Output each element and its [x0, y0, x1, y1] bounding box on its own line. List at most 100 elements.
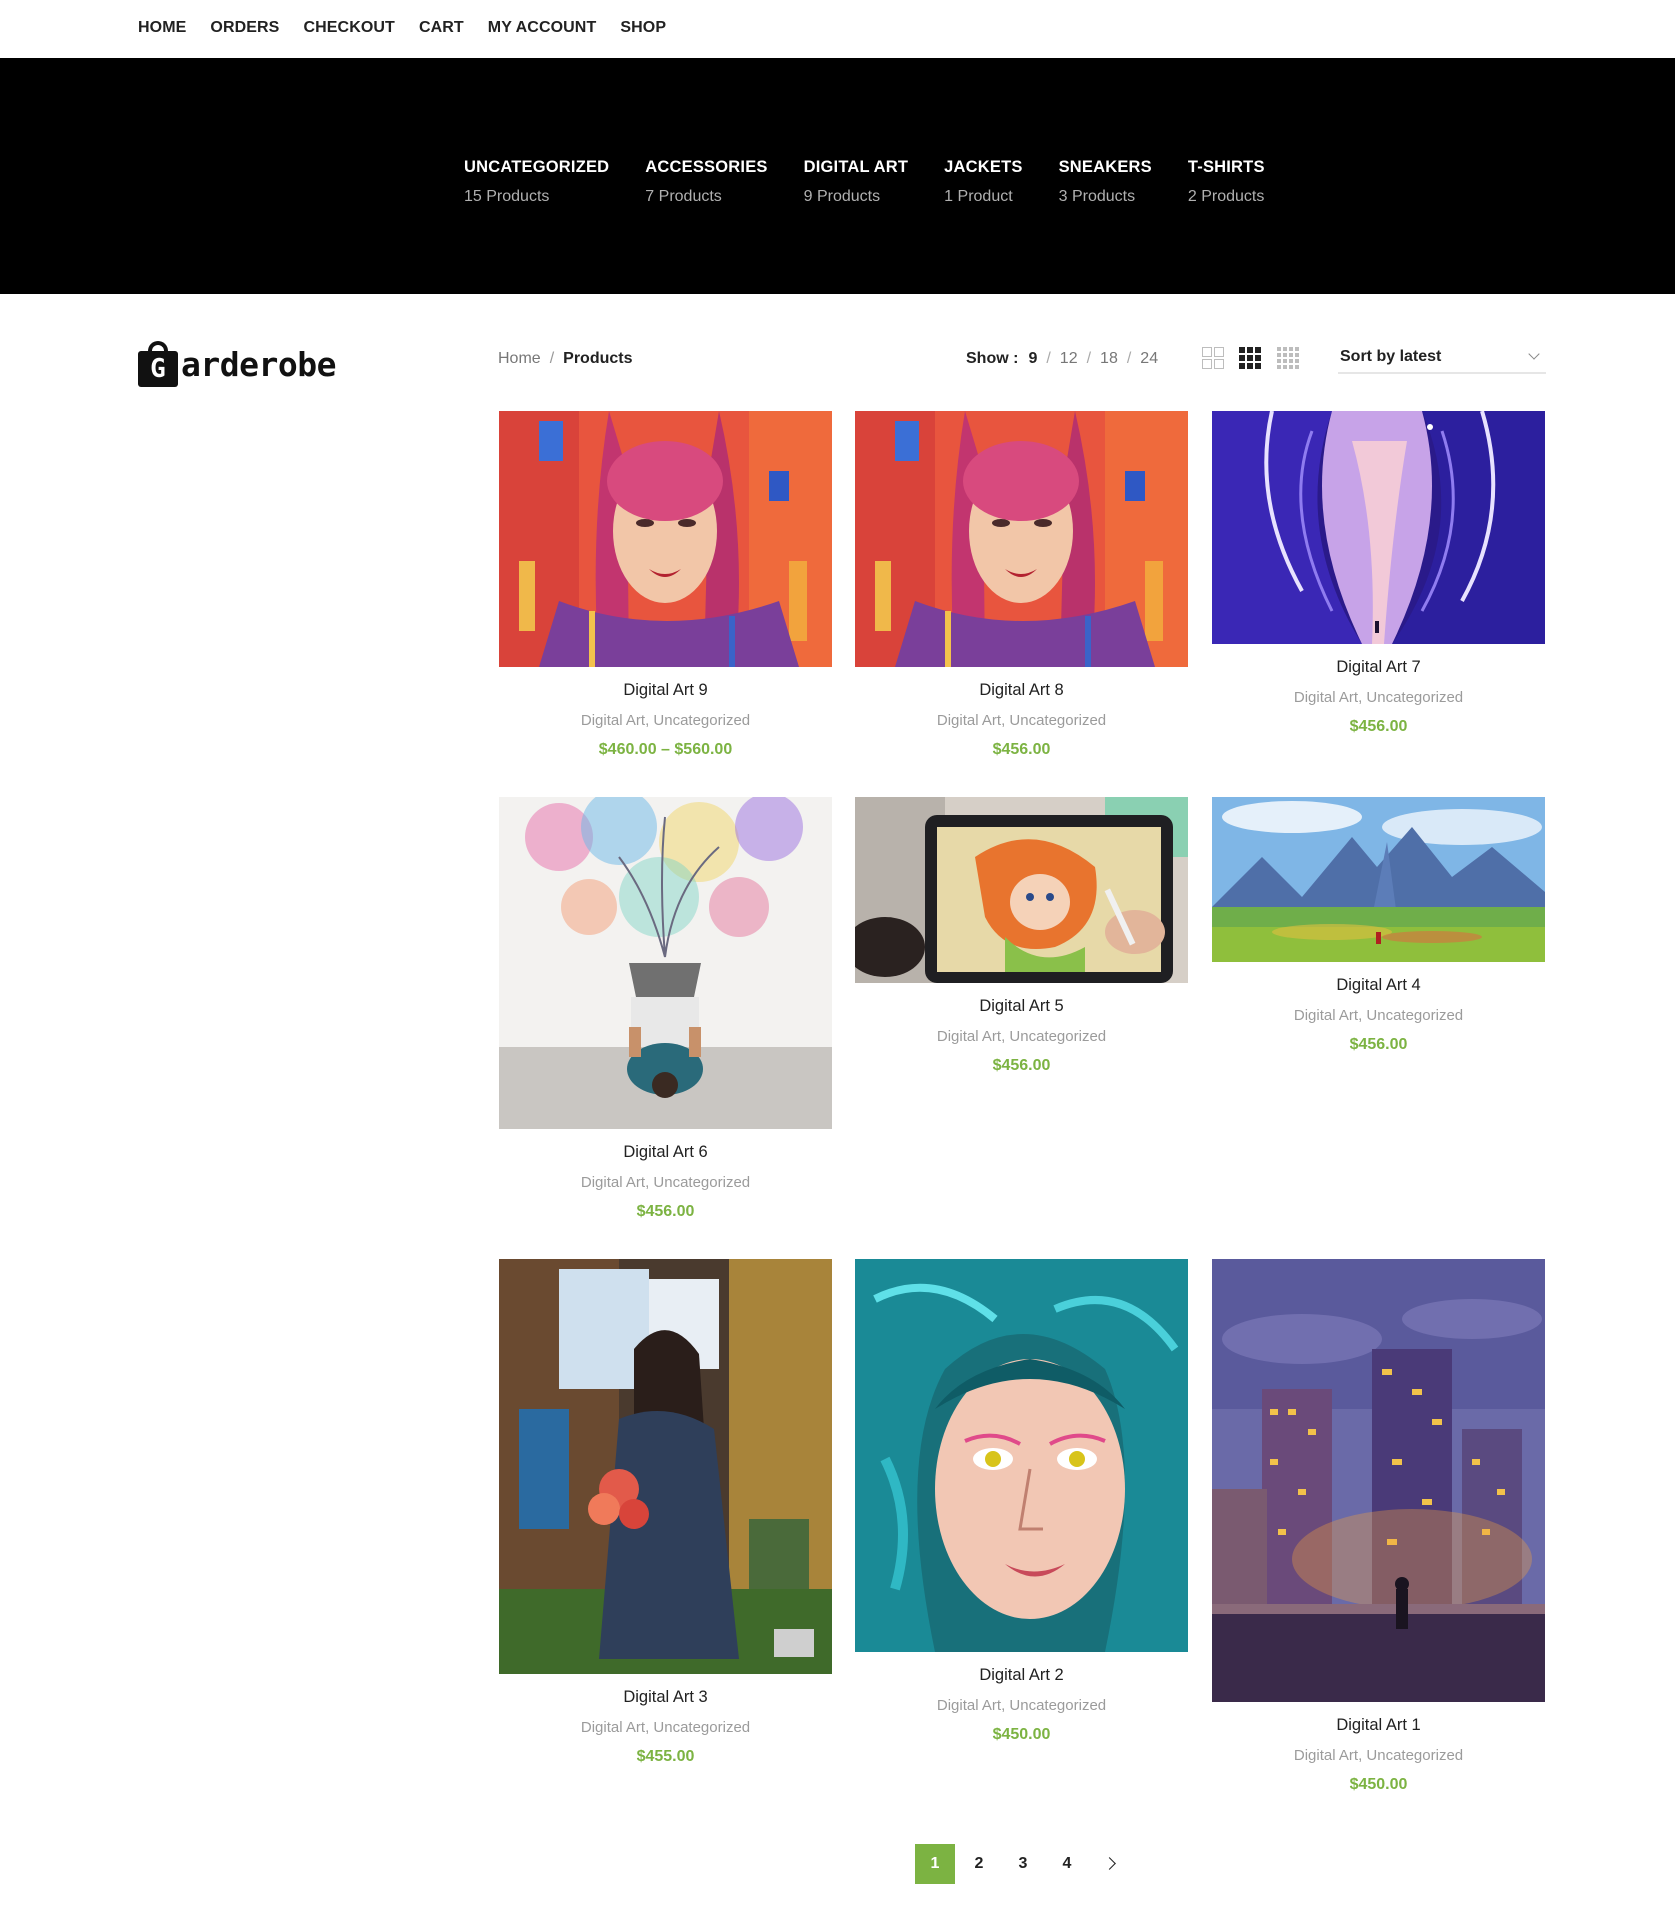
grid-2-columns-icon[interactable] — [1202, 347, 1224, 369]
category-digital-art[interactable]: DIGITAL ART 9 Products — [804, 158, 909, 206]
category-count: 15 Products — [464, 188, 550, 205]
tablet-drawing-image — [855, 797, 1188, 983]
product-categories: Digital Art, Uncategorized — [1293, 689, 1464, 706]
woman-flowers-image — [499, 1259, 832, 1674]
product-image[interactable] — [855, 797, 1188, 983]
show-24-option[interactable]: 24 — [1140, 350, 1158, 368]
city-dusk-image — [1212, 1259, 1545, 1702]
grid-4-columns-icon[interactable] — [1277, 347, 1299, 369]
product-name[interactable]: Digital Art 9 — [499, 681, 832, 700]
nav-cart[interactable]: CART — [419, 19, 464, 37]
product-categories: Digital Art, Uncategorized — [580, 1174, 751, 1191]
painted-portrait-image — [855, 411, 1188, 667]
nav-checkout[interactable]: CHECKOUT — [303, 19, 394, 37]
product-categories: Digital Art, Uncategorized — [936, 1697, 1107, 1714]
product-name[interactable]: Digital Art 3 — [499, 1688, 832, 1707]
category-name: JACKETS — [944, 158, 1023, 176]
show-12-option[interactable]: 12 — [1060, 350, 1078, 368]
ice-cave-image — [1212, 411, 1545, 644]
teal-hair-portrait-image — [855, 1259, 1188, 1652]
product-image[interactable] — [1212, 1259, 1545, 1702]
top-nav-list: HOME ORDERS CHECKOUT CART MY ACCOUNT SHO… — [138, 19, 690, 37]
product-image[interactable] — [1212, 797, 1545, 962]
grid-3-columns-icon[interactable] — [1239, 347, 1261, 369]
product-price: $450.00 — [992, 1726, 1051, 1743]
product-card: Digital Art 7 Digital Art, Uncategorized… — [1212, 411, 1545, 736]
product-price: $455.00 — [636, 1748, 695, 1765]
show-separator: / — [1126, 350, 1132, 367]
sort-select[interactable]: Sort by latest — [1338, 342, 1546, 374]
category-sneakers[interactable]: SNEAKERS 3 Products — [1059, 158, 1152, 206]
product-price: $456.00 — [1349, 1036, 1408, 1053]
nav-shop[interactable]: SHOP — [620, 19, 666, 37]
products-per-page: Show : 9 / 12 / 18 / 24 — [966, 350, 1158, 368]
category-list: UNCATEGORIZED 15 Products ACCESSORIES 7 … — [464, 158, 1301, 206]
sort-selected-value: Sort by latest — [1340, 348, 1442, 365]
chevron-down-icon — [1528, 348, 1540, 360]
page-4-link[interactable]: 4 — [1047, 1844, 1087, 1884]
product-card: Digital Art 9 Digital Art, Uncategorized… — [499, 411, 832, 759]
breadcrumb-home[interactable]: Home — [498, 350, 541, 368]
category-t-shirts[interactable]: T-SHIRTS 2 Products — [1188, 158, 1265, 206]
page-1-link[interactable]: 1 — [915, 1844, 955, 1884]
product-image[interactable] — [855, 1259, 1188, 1652]
product-price: $456.00 — [636, 1203, 695, 1220]
category-banner: UNCATEGORIZED 15 Products ACCESSORIES 7 … — [0, 58, 1675, 294]
nav-home[interactable]: HOME — [138, 19, 186, 37]
product-image[interactable] — [499, 411, 832, 667]
product-name[interactable]: Digital Art 1 — [1212, 1716, 1545, 1735]
category-jackets[interactable]: JACKETS 1 Product — [944, 158, 1022, 206]
product-categories: Digital Art, Uncategorized — [580, 712, 751, 729]
product-name[interactable]: Digital Art 2 — [855, 1666, 1188, 1685]
show-9-option[interactable]: 9 — [1028, 350, 1037, 368]
category-count: 1 Product — [944, 188, 1013, 205]
top-navigation: HOME ORDERS CHECKOUT CART MY ACCOUNT SHO… — [0, 0, 1675, 58]
product-price: $456.00 — [992, 741, 1051, 758]
product-name[interactable]: Digital Art 7 — [1212, 658, 1545, 677]
breadcrumb: Home / Products — [498, 350, 632, 368]
category-accessories[interactable]: ACCESSORIES 7 Products — [645, 158, 767, 206]
category-name: SNEAKERS — [1058, 158, 1152, 176]
product-image[interactable] — [1212, 411, 1545, 644]
product-name[interactable]: Digital Art 5 — [855, 997, 1188, 1016]
product-categories: Digital Art, Uncategorized — [580, 1719, 751, 1736]
product-price: $460.00 – $560.00 — [598, 741, 733, 758]
product-categories: Digital Art, Uncategorized — [936, 712, 1107, 729]
site-logo[interactable]: G arderobe — [138, 341, 336, 387]
painted-portrait-image — [499, 411, 832, 667]
shopping-bag-icon: G — [138, 341, 178, 387]
product-card: Digital Art 4 Digital Art, Uncategorized… — [1212, 797, 1545, 1054]
chevron-right-icon[interactable] — [1091, 1844, 1131, 1884]
show-separator: / — [1046, 350, 1051, 367]
product-card: Digital Art 2 Digital Art, Uncategorized… — [855, 1259, 1188, 1744]
logo-wordmark: arderobe — [181, 344, 336, 384]
product-image[interactable] — [855, 411, 1188, 667]
product-image[interactable] — [499, 797, 832, 1129]
product-name[interactable]: Digital Art 4 — [1212, 976, 1545, 995]
laptop-burst-image — [499, 797, 832, 1129]
category-count: 7 Products — [645, 188, 722, 205]
category-count: 9 Products — [803, 188, 881, 205]
product-card: Digital Art 6 Digital Art, Uncategorized… — [499, 797, 832, 1221]
show-18-option[interactable]: 18 — [1100, 350, 1118, 368]
product-name[interactable]: Digital Art 8 — [855, 681, 1188, 700]
product-card: Digital Art 1 Digital Art, Uncategorized… — [1212, 1259, 1545, 1794]
breadcrumb-separator: / — [549, 350, 555, 367]
page-2-link[interactable]: 2 — [959, 1844, 999, 1884]
show-label: Show : — [966, 350, 1019, 367]
nav-orders[interactable]: ORDERS — [210, 19, 279, 37]
product-name[interactable]: Digital Art 6 — [499, 1143, 832, 1162]
category-name: DIGITAL ART — [803, 158, 909, 176]
show-separator: / — [1086, 350, 1092, 367]
page-3-link[interactable]: 3 — [1003, 1844, 1043, 1884]
nav-my-account[interactable]: MY ACCOUNT — [488, 19, 597, 37]
category-count: 3 Products — [1058, 188, 1136, 205]
product-card: Digital Art 3 Digital Art, Uncategorized… — [499, 1259, 832, 1766]
landscape-image — [1212, 797, 1545, 962]
pagination: 1 2 3 4 — [915, 1844, 1131, 1884]
logo-letter: G — [138, 351, 178, 387]
category-name: T-SHIRTS — [1187, 158, 1265, 176]
category-uncategorized[interactable]: UNCATEGORIZED 15 Products — [464, 158, 609, 206]
product-categories: Digital Art, Uncategorized — [1293, 1747, 1464, 1764]
product-image[interactable] — [499, 1259, 832, 1674]
